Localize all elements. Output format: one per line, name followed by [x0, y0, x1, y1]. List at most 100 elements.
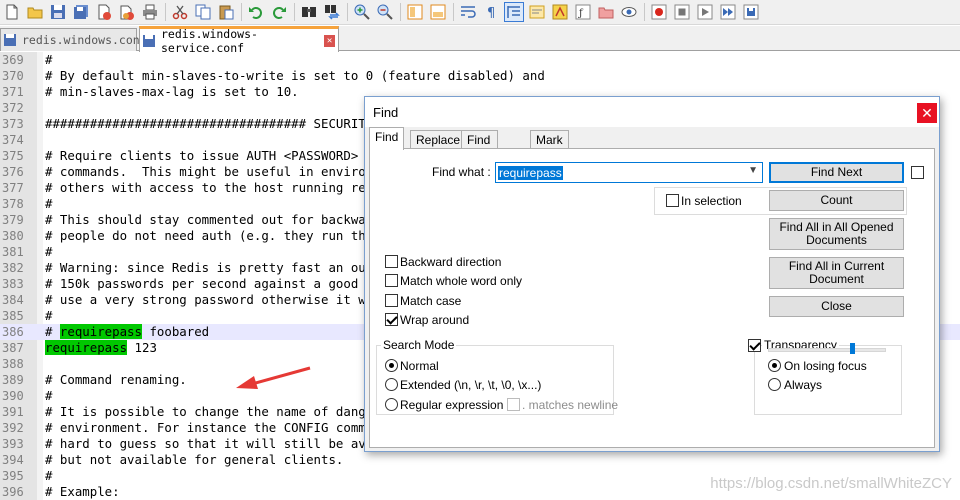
line-text: # Example:	[45, 484, 120, 499]
close-tab-icon[interactable]: ✕	[324, 34, 335, 47]
search-match-highlight: requirepass	[59, 324, 142, 339]
close-all-icon[interactable]	[117, 2, 137, 22]
tab-redis-windows-conf[interactable]: redis.windows.conf	[0, 28, 147, 51]
line-text-after: 123	[127, 340, 157, 355]
sync-vertical-icon[interactable]	[405, 2, 425, 22]
record-macro-icon[interactable]	[649, 2, 669, 22]
match-case-checkbox[interactable]	[385, 294, 398, 307]
count-button[interactable]: Count	[769, 190, 904, 211]
zoom-in-icon[interactable]	[352, 2, 372, 22]
print-icon[interactable]	[140, 2, 160, 22]
redo-icon[interactable]	[269, 2, 289, 22]
line-text: #	[45, 388, 53, 403]
function-list-icon[interactable]: ƒ	[573, 2, 593, 22]
save-macro-icon[interactable]	[741, 2, 761, 22]
line-text: #	[45, 52, 53, 67]
find-dialog: Find ✕ Find Replace Find in Files Mark F…	[364, 96, 940, 452]
extended-mode-radio[interactable]	[385, 378, 398, 391]
line-number: 379	[2, 213, 24, 227]
copy-icon[interactable]	[193, 2, 213, 22]
line-text: # requirepass foobared	[45, 324, 209, 340]
in-selection-checkbox[interactable]	[666, 194, 679, 207]
sticky-checkbox[interactable]	[911, 166, 924, 179]
line-number: 372	[2, 101, 24, 115]
save-icon[interactable]	[48, 2, 68, 22]
transparency-slider-track[interactable]	[768, 348, 886, 352]
stop-recording-icon[interactable]	[672, 2, 692, 22]
new-file-icon[interactable]	[2, 2, 22, 22]
transparency-checkbox[interactable]	[748, 339, 761, 352]
dialog-title: Find	[373, 105, 399, 120]
folder-as-workspace-icon[interactable]	[596, 2, 616, 22]
find-all-in-all-opened-documents-button[interactable]: Find All in All Opened Documents	[769, 218, 904, 250]
open-file-icon[interactable]	[25, 2, 45, 22]
line-number: 378	[2, 197, 24, 211]
search-mode-title: Search Mode	[381, 338, 457, 352]
svg-text:¶: ¶	[487, 6, 495, 20]
line-number: 384	[2, 293, 24, 307]
regex-mode-label: Regular expression	[400, 398, 504, 412]
matches-newline-label: . matches newline	[522, 398, 619, 412]
normal-mode-radio[interactable]	[385, 359, 398, 372]
document-tab-bar: redis.windows.conf redis.windows-service…	[0, 26, 960, 55]
show-all-characters-icon[interactable]: ¶	[481, 2, 501, 22]
line-number: 375	[2, 149, 24, 163]
tab-mark[interactable]: Mark	[530, 130, 569, 149]
sync-horizontal-icon[interactable]	[428, 2, 448, 22]
close-button[interactable]: Close	[769, 296, 904, 317]
line-number: 381	[2, 245, 24, 259]
dialog-title-bar[interactable]: Find ✕	[365, 97, 939, 127]
backward-direction-label: Backward direction	[400, 255, 502, 269]
editor-line[interactable]: 394 # but not available for general clien…	[0, 452, 960, 468]
on-losing-focus-radio[interactable]	[768, 359, 781, 372]
paste-icon[interactable]	[216, 2, 236, 22]
tab-find[interactable]: Find	[369, 127, 405, 150]
always-radio[interactable]	[768, 378, 781, 391]
find-icon[interactable]	[299, 2, 319, 22]
line-number: 387	[2, 341, 24, 355]
user-defined-language-icon[interactable]	[527, 2, 547, 22]
editor-line[interactable]: 370 # By default min-slaves-to-write is s…	[0, 68, 960, 84]
transparency-slider-thumb[interactable]	[849, 343, 855, 354]
find-what-combobox[interactable]: requirepass ▼	[495, 162, 763, 183]
replace-icon[interactable]	[322, 2, 342, 22]
wrap-around-label: Wrap around	[400, 313, 470, 327]
tab-redis-windows-service-conf[interactable]: redis.windows-service.conf ✕	[139, 26, 339, 55]
line-number: 370	[2, 69, 24, 83]
wrap-around-checkbox[interactable]	[385, 313, 398, 326]
line-number: 383	[2, 277, 24, 291]
word-wrap-icon[interactable]	[458, 2, 478, 22]
line-number: 396	[2, 485, 24, 499]
find-all-in-current-document-button[interactable]: Find All in Current Document	[769, 257, 904, 289]
tab-find-in-files[interactable]: Find in Files	[461, 130, 499, 175]
document-map-icon[interactable]	[550, 2, 570, 22]
toolbar-separator	[241, 3, 242, 21]
line-text: # Command renaming.	[45, 372, 187, 387]
close-file-icon[interactable]	[94, 2, 114, 22]
tab-replace[interactable]: Replace	[410, 130, 467, 149]
run-macro-multiple-icon[interactable]	[718, 2, 738, 22]
close-icon[interactable]: ✕	[917, 103, 937, 123]
regex-mode-radio[interactable]	[385, 398, 398, 411]
line-number: 376	[2, 165, 24, 179]
tab-label: redis.windows-service.conf	[161, 26, 258, 55]
toolbar: ¶ ƒ	[0, 0, 960, 25]
find-next-button[interactable]: Find Next	[769, 162, 904, 183]
cut-icon[interactable]	[170, 2, 190, 22]
indent-guide-icon[interactable]	[504, 2, 524, 22]
playback-macro-icon[interactable]	[695, 2, 715, 22]
backward-direction-checkbox[interactable]	[385, 255, 398, 268]
chevron-down-icon[interactable]: ▼	[748, 165, 758, 176]
monitoring-eye-icon[interactable]	[619, 2, 639, 22]
line-text-before: #	[45, 324, 60, 339]
line-text: # but not available for general clients.	[45, 452, 344, 467]
undo-icon[interactable]	[246, 2, 266, 22]
zoom-out-icon[interactable]	[375, 2, 395, 22]
toolbar-separator	[165, 3, 166, 21]
toolbar-separator	[294, 3, 295, 21]
line-number: 392	[2, 421, 24, 435]
match-whole-word-checkbox[interactable]	[385, 274, 398, 287]
save-all-icon[interactable]	[71, 2, 91, 22]
editor-line[interactable]: 369 #	[0, 52, 960, 68]
find-what-input[interactable]: requirepass	[498, 166, 563, 180]
